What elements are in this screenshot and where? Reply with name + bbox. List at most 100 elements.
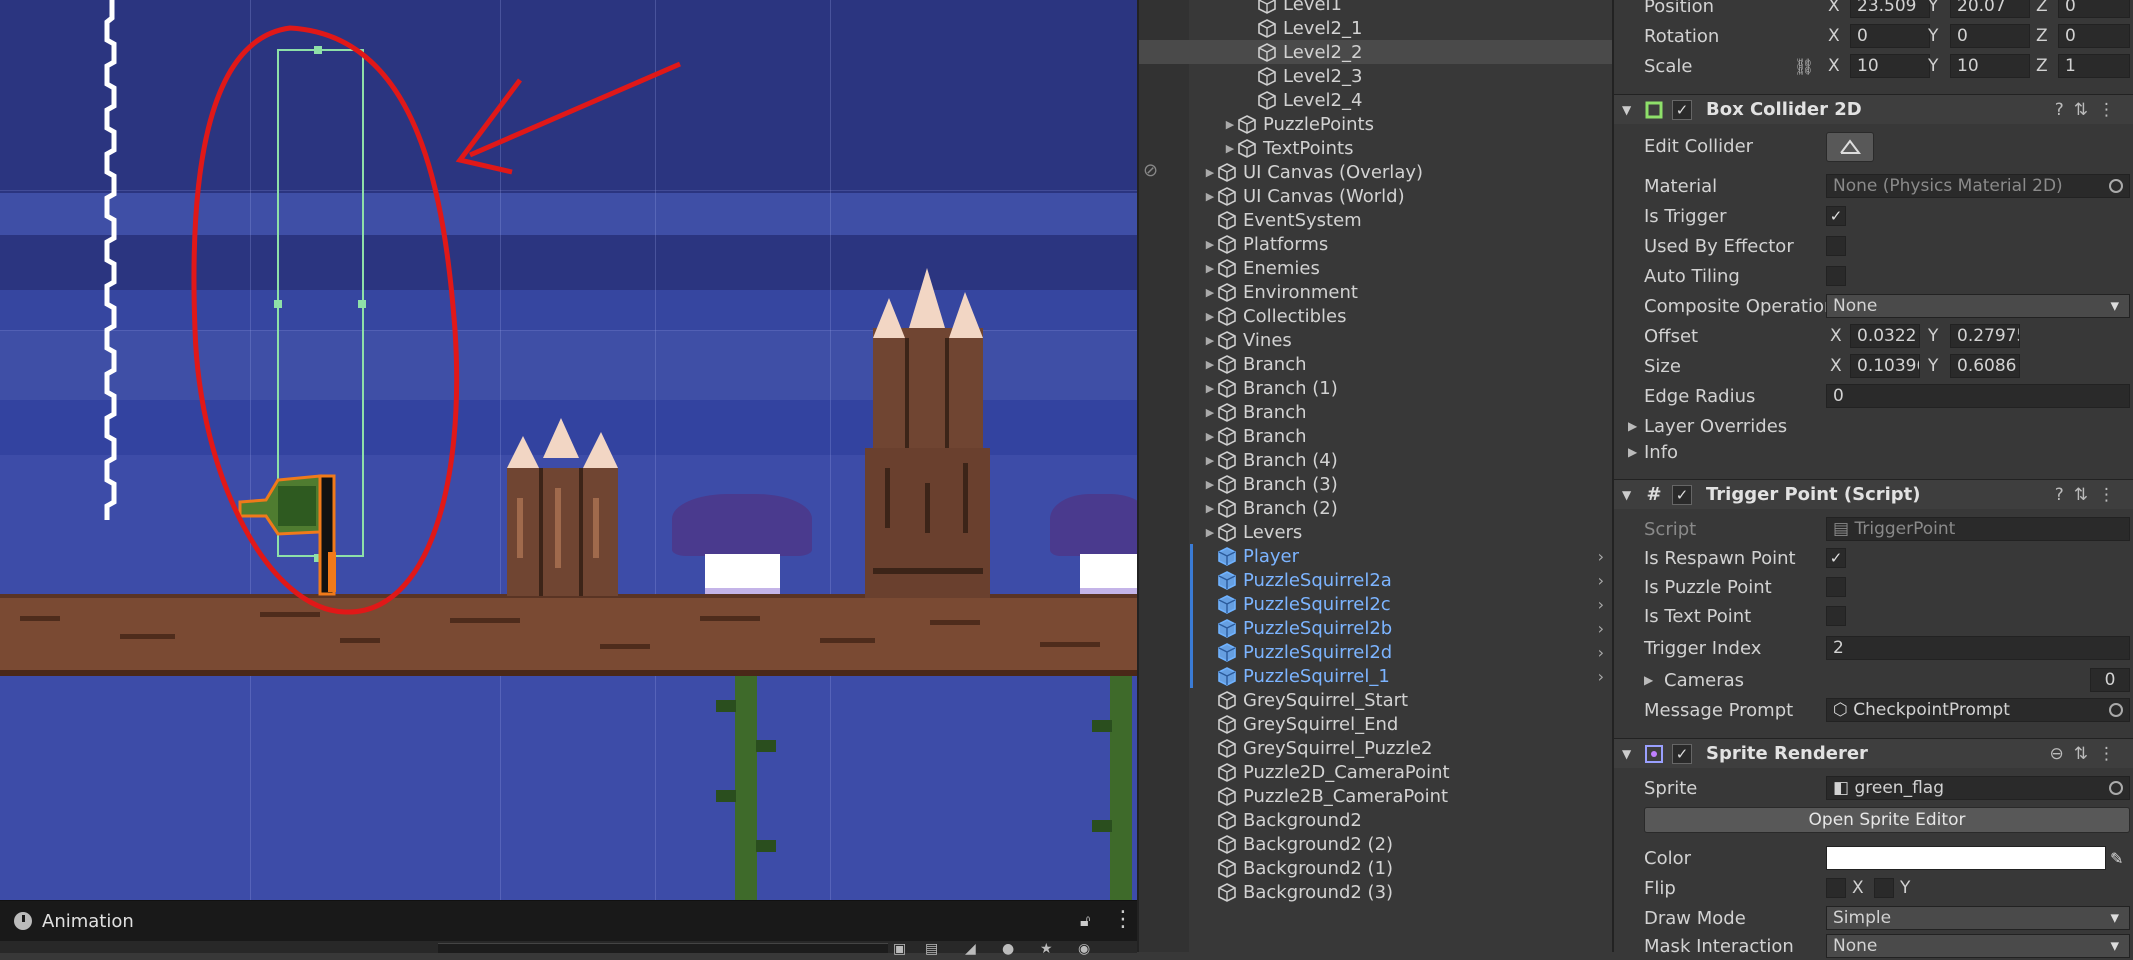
open-prefab-chevron-icon[interactable]: › xyxy=(1598,619,1604,638)
fold-right-icon[interactable]: ▶ xyxy=(1628,445,1637,459)
hierarchy-item[interactable]: Level1 xyxy=(1139,0,1614,16)
message-prompt-field[interactable]: ⬡ CheckpointPrompt xyxy=(1826,698,2130,722)
expand-arrow-icon[interactable]: ▶ xyxy=(1203,526,1217,539)
hierarchy-item[interactable]: Level2_3 xyxy=(1139,64,1614,88)
object-picker-icon[interactable] xyxy=(2109,781,2123,795)
open-prefab-chevron-icon[interactable]: › xyxy=(1598,667,1604,686)
offset-y-field[interactable]: 0.27975 xyxy=(1950,324,2020,348)
scale-y-field[interactable]: 10 xyxy=(1950,54,2030,78)
eyedropper-icon[interactable]: ✎ xyxy=(2110,849,2123,868)
expand-arrow-icon[interactable]: ▶ xyxy=(1203,430,1217,443)
open-prefab-chevron-icon[interactable]: › xyxy=(1598,547,1604,566)
scale-z-field[interactable]: 1 xyxy=(2058,54,2130,78)
rotation-x-field[interactable]: 0 xyxy=(1850,24,1930,48)
expand-arrow-icon[interactable]: ▶ xyxy=(1203,478,1217,491)
expand-arrow-icon[interactable]: ▶ xyxy=(1203,166,1217,179)
hierarchy-item[interactable]: GreySquirrel_Puzzle2 xyxy=(1139,736,1614,760)
visibility-icon[interactable]: ◉ xyxy=(1078,941,1090,957)
is-puzzle-checkbox[interactable] xyxy=(1826,577,1846,597)
open-prefab-chevron-icon[interactable]: › xyxy=(1598,595,1604,614)
position-y-field[interactable]: 20.07 xyxy=(1950,0,2030,18)
hierarchy-item[interactable]: Puzzle2B_CameraPoint xyxy=(1139,784,1614,808)
open-sprite-editor-button[interactable]: Open Sprite Editor xyxy=(1644,807,2130,833)
expand-arrow-icon[interactable]: ▶ xyxy=(1203,358,1217,371)
object-picker-icon[interactable] xyxy=(2109,703,2123,717)
enabled-checkbox[interactable]: ✓ xyxy=(1672,484,1692,505)
composite-dropdown[interactable]: None xyxy=(1826,294,2130,318)
fold-right-icon[interactable]: ▶ xyxy=(1644,673,1653,687)
object-picker-icon[interactable] xyxy=(2109,179,2123,193)
used-by-effector-checkbox[interactable] xyxy=(1826,236,1846,256)
expand-arrow-icon[interactable]: ▶ xyxy=(1223,118,1237,131)
toolbar-icon[interactable]: ◢ xyxy=(965,941,976,957)
collider-handle[interactable] xyxy=(314,46,322,54)
hierarchy-item[interactable]: PuzzleSquirrel_1 › xyxy=(1139,664,1614,688)
cameras-count-field[interactable]: 0 xyxy=(2090,668,2130,692)
expand-arrow-icon[interactable]: ▶ xyxy=(1203,334,1217,347)
hierarchy-item[interactable]: ▶ Branch (4) xyxy=(1139,448,1614,472)
hierarchy-item[interactable]: Level2_1 xyxy=(1139,16,1614,40)
info-icon[interactable]: ● xyxy=(1002,941,1014,957)
star-icon[interactable]: ★ xyxy=(1040,941,1053,957)
position-x-field[interactable]: 23.509 xyxy=(1850,0,1930,18)
hierarchy-item[interactable]: GreySquirrel_Start xyxy=(1139,688,1614,712)
tab-animation[interactable]: Animation xyxy=(0,901,156,941)
sprite-renderer-header[interactable]: ▼ ✓ Sprite Renderer ⊖⇅⋮ xyxy=(1614,738,2133,768)
hierarchy-item[interactable]: ▶ UI Canvas (Overlay) xyxy=(1139,160,1614,184)
color-swatch[interactable] xyxy=(1826,846,2106,870)
hierarchy-item[interactable]: Background2 (1) xyxy=(1139,856,1614,880)
expand-arrow-icon[interactable]: ▶ xyxy=(1203,502,1217,515)
toolbar-icon[interactable]: ▣ xyxy=(893,941,906,957)
edit-collider-button[interactable] xyxy=(1826,132,1874,162)
fold-arrow-icon[interactable]: ▼ xyxy=(1622,747,1631,761)
auto-tiling-checkbox[interactable] xyxy=(1826,266,1846,286)
enabled-checkbox[interactable]: ✓ xyxy=(1672,99,1692,120)
hierarchy-item[interactable]: Player › xyxy=(1139,544,1614,568)
hierarchy-item[interactable]: GreySquirrel_End xyxy=(1139,712,1614,736)
hierarchy-item[interactable]: ▶ Branch xyxy=(1139,352,1614,376)
position-z-field[interactable]: 0 xyxy=(2058,0,2130,18)
hierarchy-item[interactable]: ▶ Collectibles xyxy=(1139,304,1614,328)
hierarchy-item[interactable]: PuzzleSquirrel2a › xyxy=(1139,568,1614,592)
toolbar-icon[interactable]: ▤ xyxy=(925,941,938,957)
trigger-index-field[interactable]: 2 xyxy=(1826,636,2130,660)
collider-handle[interactable] xyxy=(274,300,282,308)
hierarchy-item[interactable]: ▶ Levers xyxy=(1139,520,1614,544)
more-menu-icon[interactable]: ⋮ xyxy=(1112,907,1134,932)
open-prefab-chevron-icon[interactable]: › xyxy=(1598,643,1604,662)
component-header-icons[interactable]: ?⇅⋮ xyxy=(2055,100,2125,120)
hierarchy-item[interactable]: ▶ Branch (1) xyxy=(1139,376,1614,400)
material-field[interactable]: None (Physics Material 2D) xyxy=(1826,174,2130,198)
edge-radius-field[interactable]: 0 xyxy=(1826,384,2130,408)
enabled-checkbox[interactable]: ✓ xyxy=(1672,743,1692,764)
expand-arrow-icon[interactable]: ▶ xyxy=(1203,382,1217,395)
flip-x-checkbox[interactable] xyxy=(1826,878,1846,898)
layer-overrides-row[interactable]: ▶ Layer Overrides xyxy=(1614,412,2133,440)
expand-arrow-icon[interactable]: ▶ xyxy=(1223,142,1237,155)
hierarchy-item[interactable]: Level2_2 xyxy=(1139,40,1614,64)
hierarchy-item[interactable]: ▶ Branch xyxy=(1139,424,1614,448)
collider-handle[interactable] xyxy=(358,300,366,308)
size-x-field[interactable]: 0.10396 xyxy=(1850,354,1920,378)
hierarchy-item[interactable]: Level2_4 xyxy=(1139,88,1614,112)
hierarchy-item[interactable]: PuzzleSquirrel2b › xyxy=(1139,616,1614,640)
checkpoint-flag-sprite[interactable] xyxy=(238,472,350,596)
box-collider-header[interactable]: ▼ ✓ Box Collider 2D ?⇅⋮ xyxy=(1614,94,2133,124)
hierarchy-item[interactable]: ▶ Platforms xyxy=(1139,232,1614,256)
expand-arrow-icon[interactable]: ▶ xyxy=(1203,406,1217,419)
lock-icon[interactable]: 🔓︎ xyxy=(1080,911,1090,931)
hierarchy-item[interactable]: ▶ Branch (3) xyxy=(1139,472,1614,496)
hierarchy-item[interactable]: Background2 xyxy=(1139,808,1614,832)
hierarchy-item[interactable]: ▶ Environment xyxy=(1139,280,1614,304)
hierarchy-item[interactable]: ▶ Vines xyxy=(1139,328,1614,352)
expand-arrow-icon[interactable]: ▶ xyxy=(1203,310,1217,323)
fold-arrow-icon[interactable]: ▼ xyxy=(1622,103,1631,117)
expand-arrow-icon[interactable]: ▶ xyxy=(1203,454,1217,467)
hierarchy-item[interactable]: ▶ UI Canvas (World) xyxy=(1139,184,1614,208)
expand-arrow-icon[interactable]: ▶ xyxy=(1203,190,1217,203)
expand-arrow-icon[interactable]: ▶ xyxy=(1203,286,1217,299)
draw-mode-dropdown[interactable]: Simple xyxy=(1826,906,2130,930)
hierarchy-item[interactable]: ▶ PuzzlePoints xyxy=(1139,112,1614,136)
trigger-point-header[interactable]: ▼ # ✓ Trigger Point (Script) ?⇅⋮ xyxy=(1614,479,2133,509)
is-text-checkbox[interactable] xyxy=(1826,606,1846,626)
